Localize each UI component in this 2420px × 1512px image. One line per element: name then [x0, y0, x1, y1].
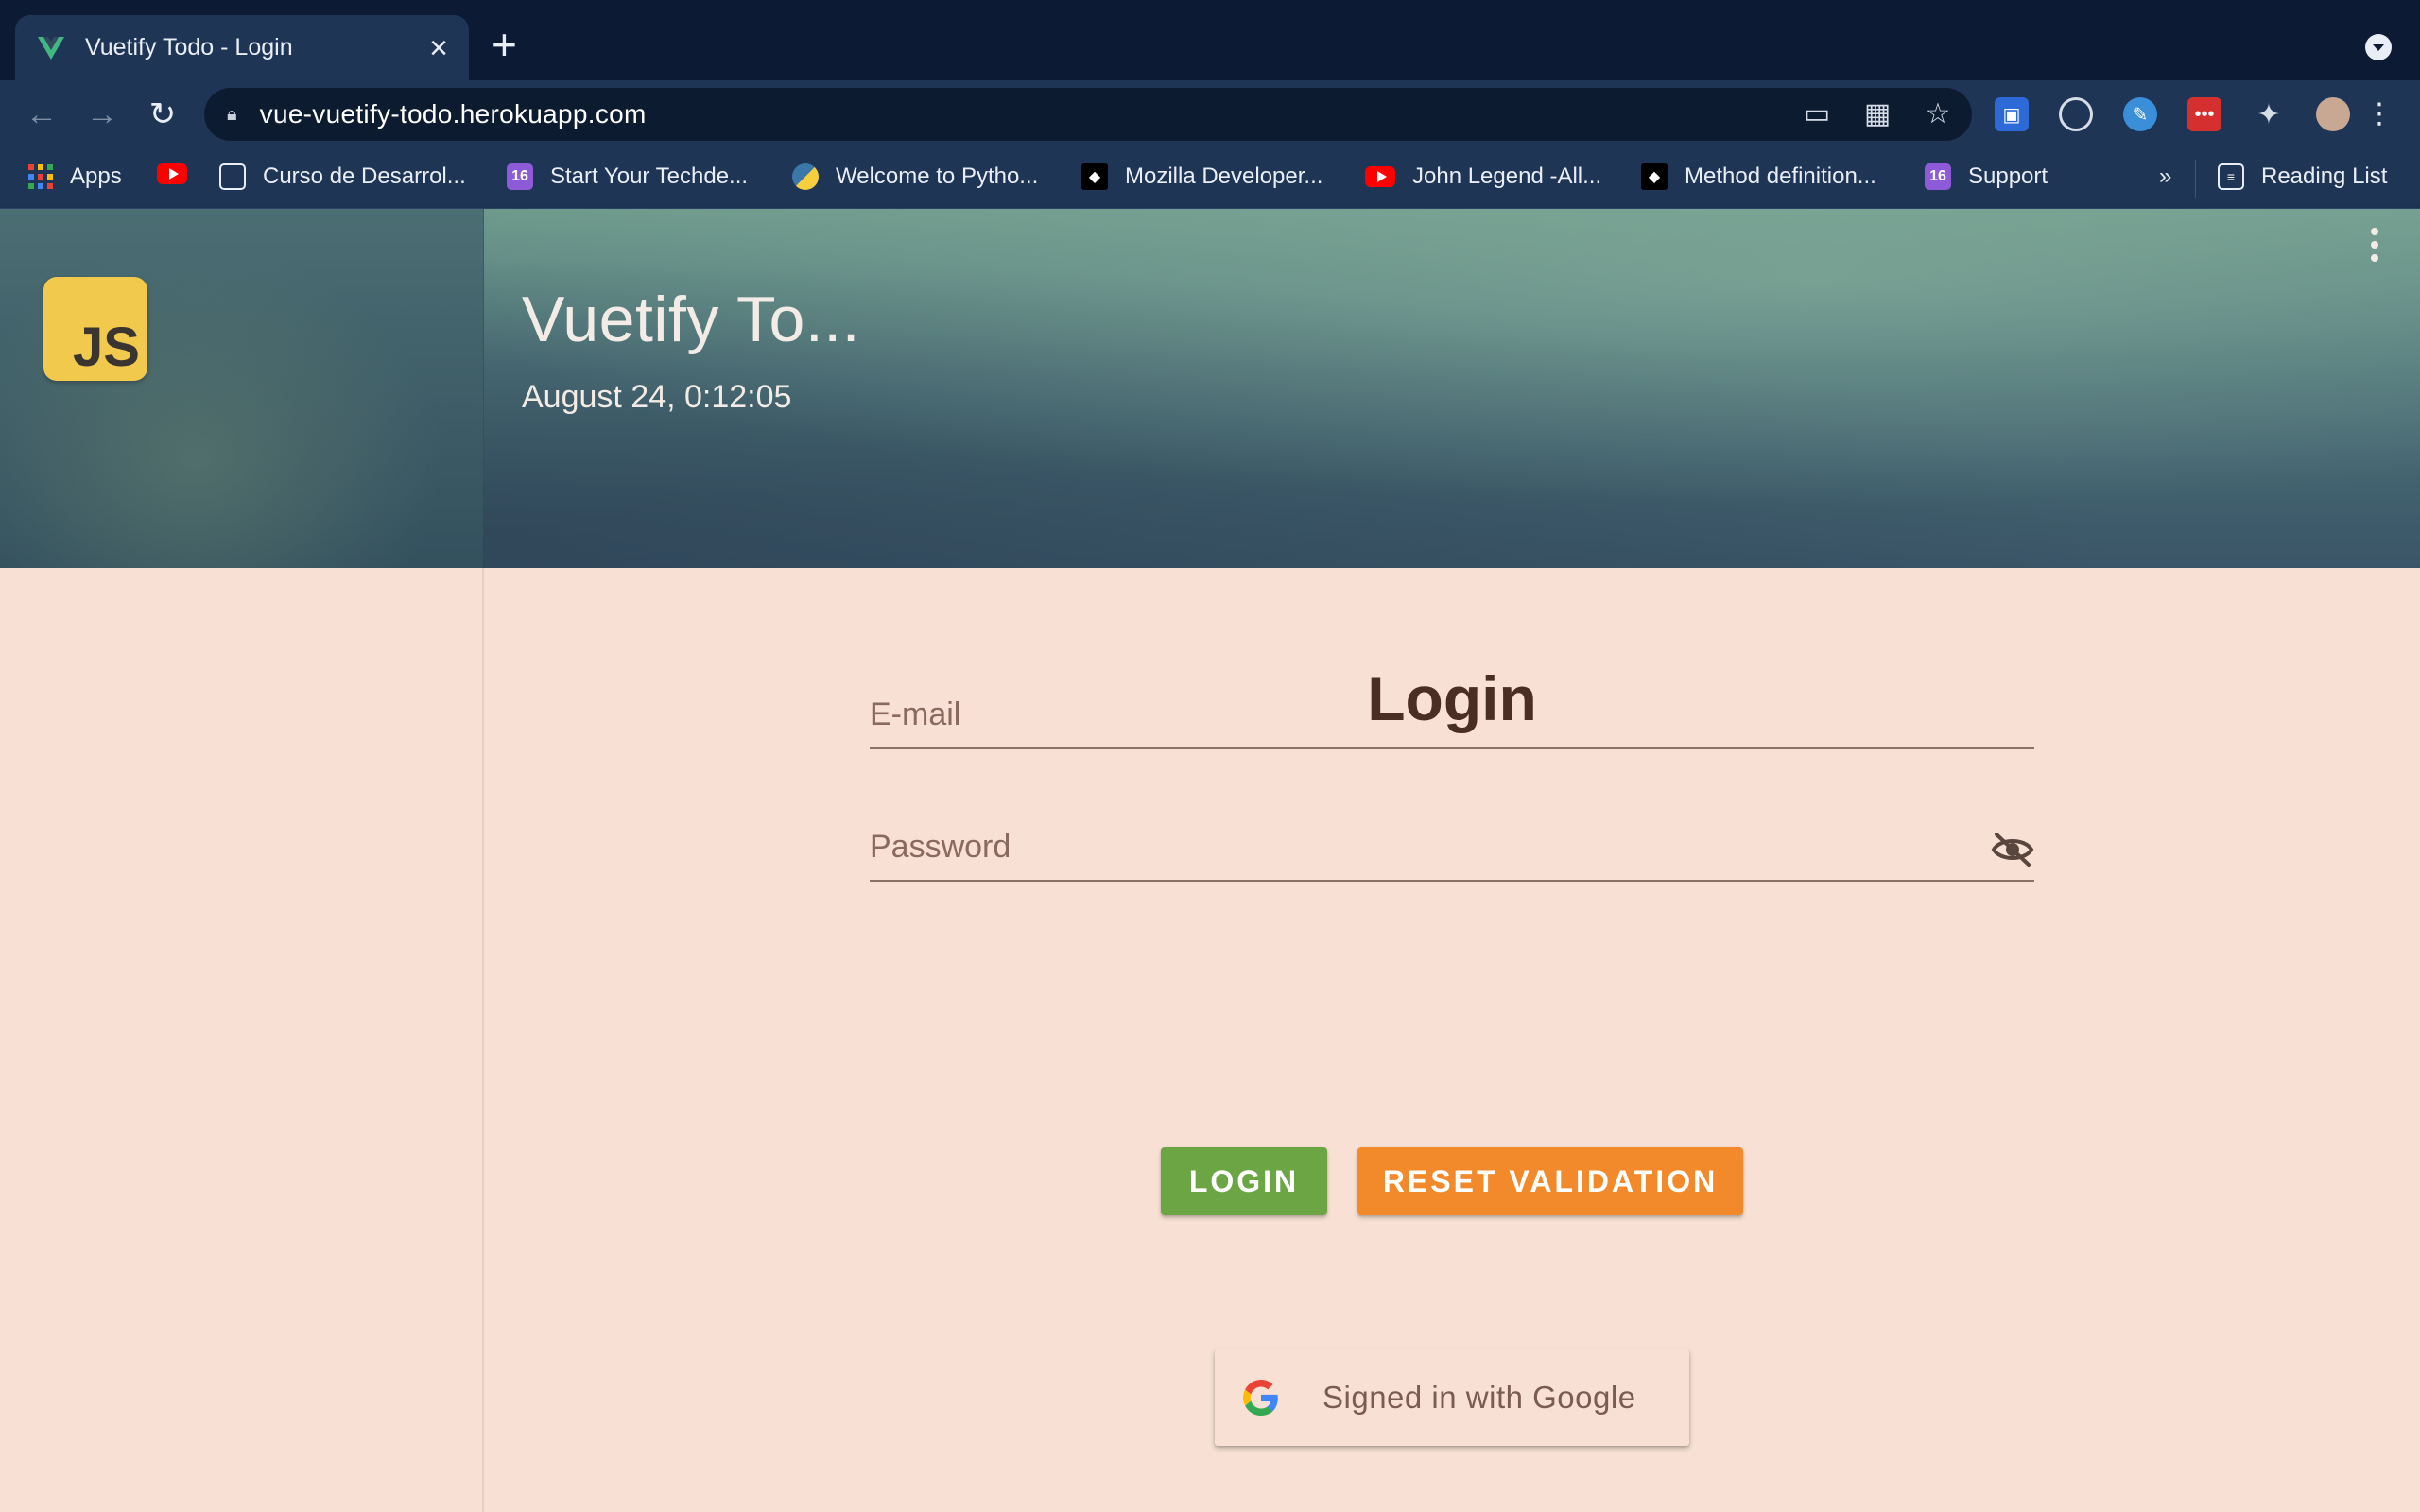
- google-signin-label: Signed in with Google: [1322, 1380, 1636, 1415]
- qr-code-icon[interactable]: ▦: [1862, 99, 1893, 129]
- bookmark-techdegree[interactable]: 16 Start Your Techde...: [507, 163, 748, 190]
- extension-pen-icon[interactable]: ✎: [2123, 97, 2157, 131]
- new-tab-button[interactable]: +: [492, 23, 517, 66]
- google-g-icon: [1243, 1380, 1278, 1416]
- email-field[interactable]: [870, 691, 1966, 738]
- app-root: JS Vuetify To... August 24, 0:12:05 Logi…: [0, 209, 2420, 1512]
- vue-logo-icon: [38, 36, 64, 60]
- drawer-header: JS: [0, 209, 484, 568]
- mdn-icon: ◆: [1641, 163, 1668, 190]
- apps-grid-icon: [28, 164, 53, 189]
- bookmarks-overflow-button[interactable]: »: [2159, 163, 2171, 190]
- browser-toolbar: ← → ↻ 🔒︎ vue-vuetify-todo.herokuapp.com …: [0, 80, 2420, 148]
- login-button[interactable]: LOGIN: [1161, 1147, 1327, 1215]
- tab-title: Vuetify Todo - Login: [85, 34, 293, 60]
- cast-icon[interactable]: ▭: [1802, 99, 1832, 129]
- reload-icon[interactable]: ↻: [140, 92, 185, 137]
- star-bookmark-icon[interactable]: ☆: [1923, 99, 1953, 129]
- bookmark-mdn[interactable]: ◆ Mozilla Developer...: [1081, 163, 1322, 190]
- bookmark-curso[interactable]: Curso de Desarrol...: [219, 163, 466, 190]
- youtube-icon: [1365, 166, 1395, 187]
- bookmark-python[interactable]: Welcome to Pytho...: [792, 163, 1038, 190]
- badge-16-icon: 16: [507, 163, 533, 190]
- email-field-wrapper: [870, 674, 2034, 749]
- bookmarks-divider: [2195, 160, 2196, 198]
- tab-search-icon[interactable]: [2365, 34, 2392, 60]
- bookmark-apps[interactable]: Apps: [28, 163, 122, 190]
- tab-close-icon[interactable]: ×: [429, 32, 448, 64]
- address-url[interactable]: vue-vuetify-todo.herokuapp.com: [260, 99, 647, 129]
- youtube-icon: [157, 163, 187, 184]
- navigation-drawer: [0, 568, 484, 1512]
- reading-list-button[interactable]: ≡ Reading List: [2218, 163, 2387, 190]
- reading-list-icon: ≡: [2218, 163, 2244, 190]
- lock-icon: 🔒︎: [227, 103, 237, 125]
- bookmark-youtube[interactable]: [157, 163, 204, 184]
- address-bar[interactable]: 🔒︎ vue-vuetify-todo.herokuapp.com ▭ ▦ ☆: [204, 88, 1972, 141]
- app-menu-icon[interactable]: [2371, 228, 2378, 262]
- bookmark-method-definition[interactable]: ◆ Method definition...: [1641, 163, 1876, 190]
- browser-tab-active[interactable]: Vuetify Todo - Login ×: [15, 15, 469, 80]
- course-icon: [219, 163, 246, 190]
- browser-menu-icon[interactable]: ⋮: [2365, 97, 2394, 131]
- bookmarks-bar: Apps Curso de Desarrol... 16 Start Your …: [0, 148, 2420, 209]
- bookmark-john-legend[interactable]: John Legend -All...: [1365, 163, 1601, 190]
- app-datetime: August 24, 0:12:05: [522, 379, 792, 415]
- password-field-wrapper: [870, 806, 2034, 882]
- google-signin-button[interactable]: Signed in with Google: [1215, 1349, 1689, 1446]
- forward-arrow-icon[interactable]: →: [79, 92, 125, 137]
- extension-target-icon[interactable]: [2059, 97, 2093, 131]
- profile-avatar[interactable]: [2316, 97, 2350, 131]
- extensions-puzzle-icon[interactable]: ✦: [2252, 97, 2286, 131]
- password-field[interactable]: [870, 823, 1966, 870]
- reset-validation-button[interactable]: RESET VALIDATION: [1357, 1147, 1743, 1215]
- browser-tab-strip: Vuetify Todo - Login × +: [0, 0, 2420, 80]
- js-logo-icon: JS: [43, 277, 147, 381]
- extension-lastpass-icon[interactable]: •••: [2187, 97, 2221, 131]
- mdn-icon: ◆: [1081, 163, 1108, 190]
- python-icon: [792, 163, 819, 190]
- app-title: Vuetify To...: [522, 284, 861, 355]
- eye-off-icon[interactable]: [1991, 831, 2034, 868]
- back-arrow-icon[interactable]: ←: [19, 92, 64, 137]
- login-page: Login LOGIN RESET VALIDATION Signed in w…: [484, 568, 2420, 1512]
- badge-16-icon: 16: [1925, 163, 1951, 190]
- bookmark-support[interactable]: 16 Support: [1925, 163, 2048, 190]
- extension-screen-icon[interactable]: ▣: [1995, 97, 2029, 131]
